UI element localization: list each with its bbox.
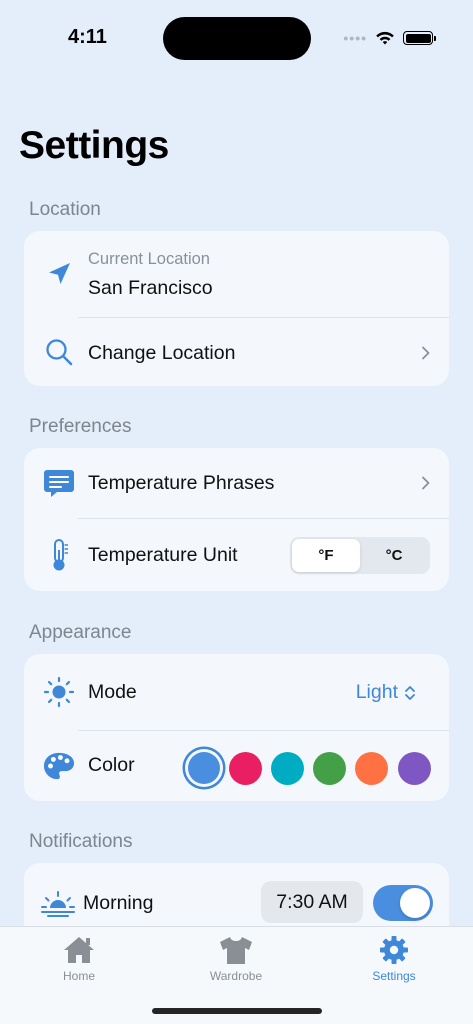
home-indicator: [152, 1008, 322, 1014]
message-bubble-icon: [43, 467, 75, 499]
color-swatch-blue[interactable]: [188, 752, 220, 784]
morning-time-picker[interactable]: 7:30 AM: [261, 881, 363, 923]
tab-wardrobe[interactable]: Wardrobe: [186, 933, 286, 983]
tab-wardrobe-label: Wardrobe: [209, 969, 263, 983]
morning-label: Morning: [83, 892, 154, 914]
thermometer-icon: [43, 539, 75, 571]
sunrise-icon: [40, 887, 76, 919]
chevron-up-down-icon: [405, 685, 415, 700]
dynamic-island: [163, 17, 311, 60]
status-time: 4:11: [68, 26, 107, 48]
location-card: Current Location San Francisco Change Lo…: [24, 231, 449, 386]
section-header-preferences: Preferences: [29, 416, 132, 437]
unit-celsius-option[interactable]: °C: [360, 539, 428, 572]
current-location-label: Current Location: [88, 250, 210, 268]
status-bar: 4:11 ••••: [0, 0, 473, 70]
change-location-row[interactable]: Change Location: [24, 318, 449, 386]
current-location-value: San Francisco: [88, 277, 213, 299]
temperature-phrases-row[interactable]: Temperature Phrases: [24, 448, 449, 518]
tab-home-label: Home: [62, 969, 95, 983]
section-header-appearance: Appearance: [29, 622, 132, 643]
sun-icon: [43, 676, 75, 708]
color-swatch-purple[interactable]: [398, 752, 431, 785]
mode-picker[interactable]: Light: [356, 681, 416, 704]
morning-notification-toggle[interactable]: [373, 885, 433, 921]
color-swatch-green[interactable]: [313, 752, 346, 785]
section-header-location: Location: [29, 199, 101, 220]
current-location-row: Current Location San Francisco: [24, 231, 449, 317]
preferences-card: Temperature Phrases Temperature Unit °F …: [24, 448, 449, 591]
battery-icon: [403, 31, 436, 45]
signal-icon: ••••: [343, 30, 367, 46]
color-swatches: [184, 748, 432, 788]
mode-label: Mode: [88, 681, 137, 703]
page-title: Settings: [19, 124, 169, 167]
temperature-phrases-label: Temperature Phrases: [88, 472, 275, 494]
palette-icon: [43, 750, 75, 782]
mode-value: Light: [355, 681, 398, 703]
chevron-right-icon: [422, 476, 430, 490]
toggle-knob: [400, 888, 430, 918]
temperature-unit-segmented-control: °F °C: [290, 537, 430, 574]
gear-icon: [344, 933, 444, 967]
color-swatch-orange[interactable]: [355, 752, 388, 785]
unit-fahrenheit-option[interactable]: °F: [292, 539, 360, 572]
house-icon: [29, 933, 129, 967]
tshirt-icon: [186, 933, 286, 967]
chevron-right-icon: [422, 346, 430, 360]
color-label: Color: [88, 754, 135, 776]
tab-settings-label: Settings: [372, 969, 416, 983]
location-arrow-icon: [43, 258, 75, 290]
status-icons: ••••: [343, 30, 436, 46]
temperature-unit-row: Temperature Unit °F °C: [24, 519, 449, 591]
appearance-card: Mode Light Color: [24, 654, 449, 801]
temperature-unit-label: Temperature Unit: [88, 544, 238, 566]
color-swatch-teal[interactable]: [271, 752, 304, 785]
search-icon: [43, 336, 75, 368]
wifi-icon: [376, 31, 394, 44]
change-location-label: Change Location: [88, 342, 236, 364]
tab-home[interactable]: Home: [29, 933, 129, 983]
tab-settings[interactable]: Settings: [344, 933, 444, 983]
section-header-notifications: Notifications: [29, 831, 133, 852]
color-swatch-pink[interactable]: [229, 752, 262, 785]
mode-row[interactable]: Mode Light: [24, 654, 449, 730]
